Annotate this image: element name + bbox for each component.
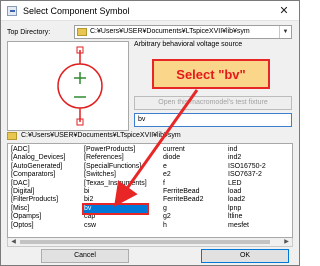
list-item[interactable]: lpnp bbox=[228, 205, 266, 213]
list-item[interactable]: ind bbox=[228, 146, 266, 154]
open-test-fixture-button[interactable]: Open this macromodel's test fixture bbox=[134, 96, 292, 110]
scroll-right-icon[interactable]: ▶ bbox=[282, 238, 291, 246]
list-item[interactable]: cap bbox=[84, 213, 147, 221]
list-item[interactable]: [Opamps] bbox=[11, 213, 65, 221]
list-item[interactable]: h bbox=[163, 222, 203, 230]
list-column: [PowerProducts] [References] [SpecialFunct… bbox=[82, 146, 149, 230]
component-description: Arbitrary behavioral voltage source bbox=[134, 41, 243, 48]
list-item[interactable]: [FilterProducts] bbox=[11, 196, 65, 204]
list-item[interactable]: [Analog_Devices] bbox=[11, 154, 65, 162]
list-item[interactable]: ltline bbox=[228, 213, 266, 221]
chevron-down-icon[interactable]: ▼ bbox=[279, 26, 291, 38]
list-column: current diode e e2 f FerriteBead FerriteBead2 g… bbox=[163, 146, 203, 230]
list-item[interactable]: ISO7637-2 bbox=[228, 171, 266, 179]
list-column: ind ind2 ISO16750-2 ISO7637-2 LED load load2 lp… bbox=[228, 146, 266, 230]
list-item[interactable]: [AutoGenerated] bbox=[11, 163, 65, 171]
scroll-left-icon[interactable]: ◀ bbox=[9, 238, 18, 246]
list-item[interactable]: diode bbox=[163, 154, 203, 162]
list-item[interactable]: g2 bbox=[163, 213, 203, 221]
callout-text: Select "bv" bbox=[176, 67, 246, 82]
symbol-list[interactable]: [ADC] [Analog_Devices] [AutoGenerated] [Com… bbox=[7, 143, 293, 238]
list-item[interactable]: g bbox=[163, 205, 203, 213]
search-input[interactable]: bv bbox=[134, 113, 292, 127]
list-item[interactable]: e bbox=[163, 163, 203, 171]
voltage-source-symbol bbox=[57, 46, 103, 126]
list-item[interactable]: load2 bbox=[228, 196, 266, 204]
list-item[interactable]: current bbox=[163, 146, 203, 154]
list-item[interactable]: ISO16750-2 bbox=[228, 163, 266, 171]
list-item[interactable]: [Misc] bbox=[11, 205, 65, 213]
top-directory-select[interactable]: C:¥Users¥USER¥Documents¥LTspiceXVII¥lib¥… bbox=[74, 25, 292, 39]
top-directory-value: C:¥Users¥USER¥Documents¥LTspiceXVII¥lib¥… bbox=[90, 28, 250, 35]
ok-button[interactable]: OK bbox=[201, 249, 289, 263]
close-icon: ✕ bbox=[279, 5, 289, 17]
component-app-icon bbox=[7, 6, 17, 16]
folder-icon bbox=[77, 28, 87, 36]
list-item[interactable]: f bbox=[163, 180, 203, 188]
list-item[interactable]: ind2 bbox=[228, 154, 266, 162]
symbol-circle bbox=[57, 63, 103, 109]
list-item[interactable]: [SpecialFunctions] bbox=[84, 163, 147, 171]
list-item[interactable]: LED bbox=[228, 180, 266, 188]
list-item-selected[interactable]: bv bbox=[82, 202, 149, 216]
list-item[interactable]: [Texas_Instruments] bbox=[84, 180, 147, 188]
window-title: Select Component Symbol bbox=[23, 6, 130, 16]
list-item[interactable]: bi bbox=[84, 188, 147, 196]
list-item[interactable]: [PowerProducts] bbox=[84, 146, 147, 154]
current-path-value: C:¥Users¥USER¥Documents¥LTspiceXVII¥lib¥… bbox=[21, 132, 181, 139]
select-component-symbol-dialog: Select Component Symbol ✕ Top Directory:… bbox=[0, 0, 300, 266]
horizontal-scrollbar[interactable]: ◀ ▶ bbox=[7, 238, 293, 247]
title-bar[interactable]: Select Component Symbol ✕ bbox=[1, 1, 299, 21]
list-item[interactable]: mesfet bbox=[228, 222, 266, 230]
symbol-preview bbox=[7, 41, 129, 131]
cancel-button[interactable]: Cancel bbox=[41, 249, 129, 263]
list-item[interactable]: e2 bbox=[163, 171, 203, 179]
list-item[interactable]: load bbox=[228, 188, 266, 196]
close-button[interactable]: ✕ bbox=[269, 1, 299, 21]
top-directory-label: Top Directory: bbox=[7, 29, 51, 36]
list-item[interactable]: csw bbox=[84, 222, 147, 230]
list-item[interactable]: [References] bbox=[84, 154, 147, 162]
list-item[interactable]: [ADC] bbox=[11, 146, 65, 154]
list-item[interactable]: [Comparators] bbox=[11, 171, 65, 179]
list-column: [ADC] [Analog_Devices] [AutoGenerated] [Com… bbox=[11, 146, 65, 230]
scroll-thumb[interactable] bbox=[20, 240, 270, 244]
list-item[interactable]: FerriteBead2 bbox=[163, 196, 203, 204]
folder-icon bbox=[7, 132, 17, 140]
current-path: C:¥Users¥USER¥Documents¥LTspiceXVII¥lib¥… bbox=[7, 131, 293, 143]
list-item[interactable]: FerriteBead bbox=[163, 188, 203, 196]
list-item[interactable]: [Switches] bbox=[84, 171, 147, 179]
list-item[interactable]: [Optos] bbox=[11, 222, 65, 230]
list-item[interactable]: [Digital] bbox=[11, 188, 65, 196]
list-item[interactable]: [DAC] bbox=[11, 180, 65, 188]
list-item[interactable]: bi2 bbox=[84, 196, 147, 204]
instruction-callout: Select "bv" bbox=[152, 59, 270, 89]
